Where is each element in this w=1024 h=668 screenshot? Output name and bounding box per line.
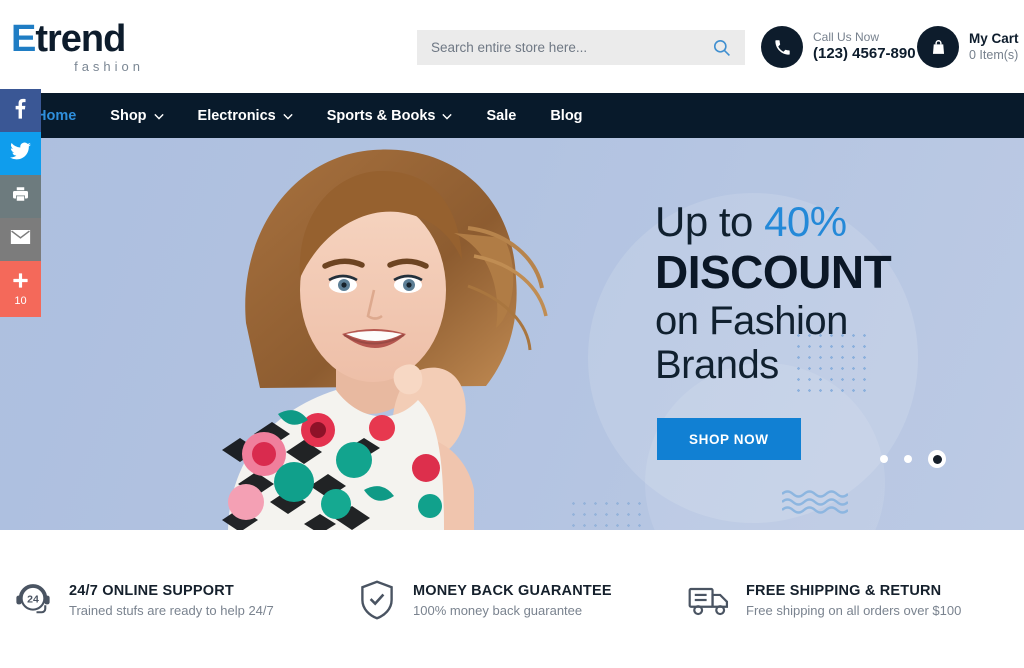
svg-text:24: 24 — [27, 594, 39, 606]
nav-item-label: Sale — [486, 107, 517, 124]
call-us-block[interactable]: Call Us Now (123) 4567-890 — [761, 26, 916, 68]
feature-support-text: 24/7 ONLINE SUPPORT Trained stufs are re… — [69, 583, 274, 618]
hero-line-3: on Fashion — [655, 299, 848, 344]
email-icon — [10, 229, 31, 250]
nav-item-sports-books[interactable]: Sports & Books — [310, 93, 470, 138]
feature-free-shipping-text: FREE SHIPPING & RETURN Free shipping on … — [746, 583, 961, 618]
nav-item-blog[interactable]: Blog — [533, 93, 599, 138]
facebook-share-button[interactable] — [0, 89, 41, 132]
feature-money-back-text: MONEY BACK GUARANTEE 100% money back gua… — [413, 583, 612, 618]
logo-text: Etrend — [11, 20, 271, 58]
cart-text: My Cart 0 Item(s) — [969, 31, 1019, 64]
call-us-label: Call Us Now — [813, 30, 880, 45]
feature-title: FREE SHIPPING & RETURN — [746, 582, 942, 599]
feature-title: 24/7 ONLINE SUPPORT — [69, 582, 234, 599]
feature-subtitle: 100% money back guarantee — [413, 602, 583, 618]
share-count: 10 — [14, 295, 27, 307]
hero-line-4: Brands — [655, 343, 779, 388]
carousel-dot-2[interactable] — [904, 455, 912, 463]
call-us-text: Call Us Now (123) 4567-890 — [813, 30, 916, 64]
hero-model-photo — [168, 138, 598, 530]
email-share-button[interactable] — [0, 218, 41, 261]
logo-subtitle: fashion — [74, 59, 144, 74]
search-icon[interactable] — [712, 38, 731, 57]
site-logo[interactable]: Etrend fashion — [11, 20, 271, 74]
feature-title: MONEY BACK GUARANTEE — [413, 582, 612, 599]
feature-subtitle: Trained stufs are ready to help 24/7 — [69, 602, 274, 618]
hero-line-2: DISCOUNT — [655, 246, 892, 299]
nav-item-label: Blog — [550, 107, 583, 124]
facebook-icon — [15, 98, 26, 124]
more-share-button[interactable]: 10 — [0, 261, 41, 317]
search-input[interactable] — [417, 30, 687, 65]
page-root: Etrend fashion Call Us Now (123) 4567-89… — [0, 0, 1024, 668]
nav-item-sale[interactable]: Sale — [469, 93, 533, 138]
chevron-down-icon — [283, 108, 293, 124]
twitter-icon — [10, 142, 31, 165]
carousel-dots — [880, 450, 946, 468]
twitter-share-button[interactable] — [0, 132, 41, 175]
social-share-rail: 10 — [0, 89, 41, 317]
main-navigation: Home Shop Electronics Sports & Books Sal… — [0, 93, 1024, 138]
feature-support: 24 24/7 ONLINE SUPPORT Trained stufs are… — [11, 578, 274, 622]
logo-word-trend: trend — [35, 18, 126, 60]
wave-decoration-icon — [781, 490, 849, 516]
nav-item-label: Sports & Books — [326, 107, 436, 124]
nav-item-shop[interactable]: Shop — [93, 93, 180, 138]
shield-check-icon — [355, 578, 399, 622]
print-share-button[interactable] — [0, 175, 41, 218]
print-icon — [11, 185, 30, 208]
logo-letter-e: E — [11, 18, 36, 60]
site-header: Etrend fashion Call Us Now (123) 4567-89… — [0, 0, 1024, 93]
feature-subtitle: Free shipping on all orders over $100 — [746, 602, 962, 618]
hero-headline: Up to 40% DISCOUNT on Fashion Brands — [655, 198, 1015, 388]
feature-money-back: MONEY BACK GUARANTEE 100% money back gua… — [355, 578, 612, 622]
shopping-bag-icon — [917, 26, 959, 68]
cart-block[interactable]: My Cart 0 Item(s) — [917, 26, 1019, 68]
cart-title: My Cart — [969, 30, 1019, 46]
chevron-down-icon — [442, 108, 453, 124]
feature-free-shipping: FREE SHIPPING & RETURN Free shipping on … — [688, 578, 961, 622]
carousel-dot-1[interactable] — [880, 455, 888, 463]
carousel-dot-3[interactable] — [928, 450, 946, 468]
share-plus-icon — [11, 271, 30, 295]
hero-line-1-prefix: Up to — [655, 198, 765, 245]
delivery-truck-icon — [688, 578, 732, 622]
hero-slider: Up to 40% DISCOUNT on Fashion Brands SHO… — [0, 138, 1024, 530]
shop-now-button[interactable]: SHOP NOW — [657, 418, 801, 460]
chevron-down-icon — [153, 108, 164, 124]
phone-icon — [761, 26, 803, 68]
hero-line-1: Up to 40% — [655, 198, 1015, 245]
nav-item-label: Home — [36, 107, 77, 124]
nav-item-label: Shop — [110, 107, 147, 124]
cart-item-count: 0 Item(s) — [969, 47, 1019, 62]
hero-discount-percent: 40% — [764, 198, 847, 245]
search-bar[interactable] — [417, 30, 745, 65]
nav-item-label: Electronics — [197, 107, 276, 124]
call-us-number: (123) 4567-890 — [813, 45, 916, 63]
headset-24-icon: 24 — [11, 578, 55, 622]
nav-item-electronics[interactable]: Electronics — [181, 93, 310, 138]
